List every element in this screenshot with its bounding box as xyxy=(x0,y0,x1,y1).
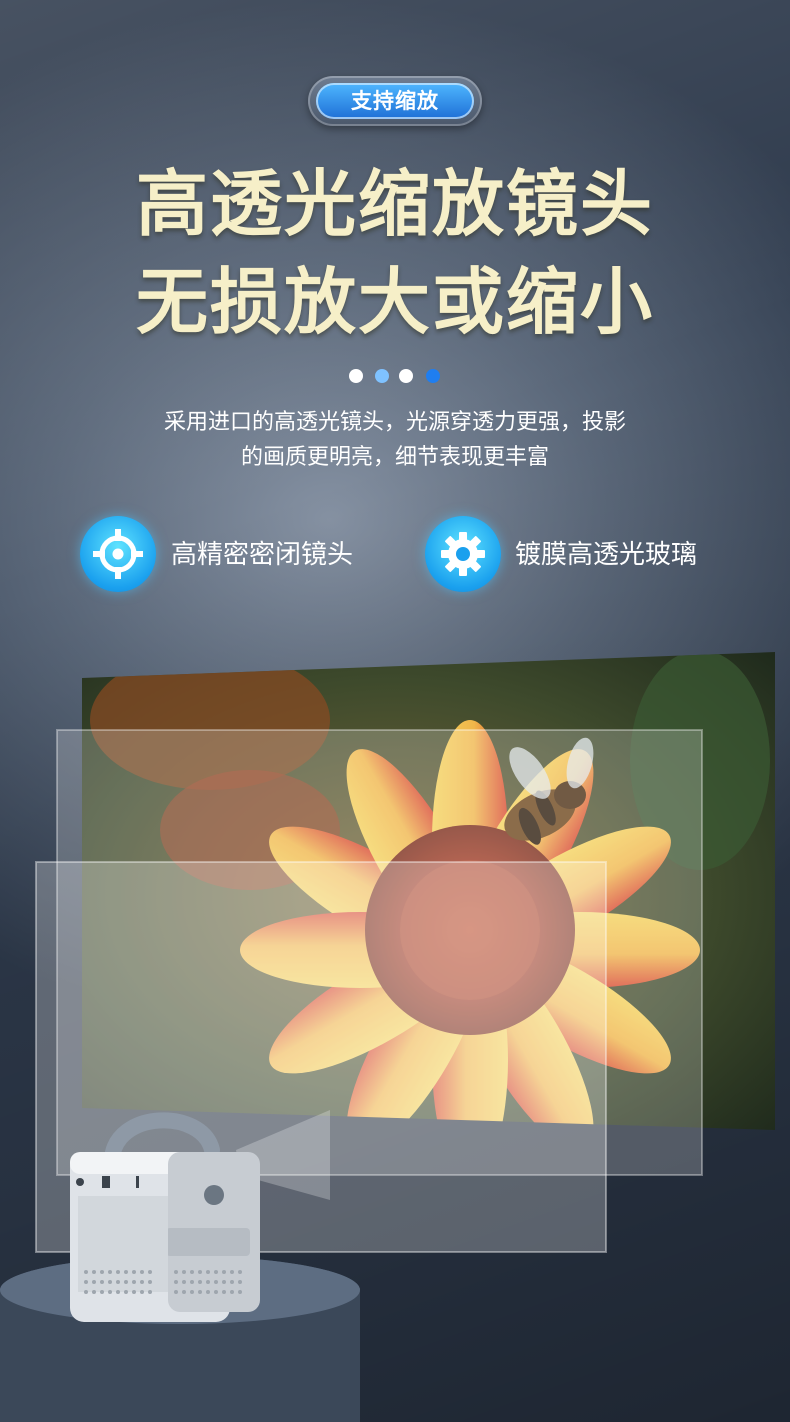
promo-page: 支持缩放 高透光缩放镜头 无损放大或缩小 采用进口的高透光镜头，光源穿透力更强，… xyxy=(0,0,790,1422)
projector-device xyxy=(70,1112,260,1322)
